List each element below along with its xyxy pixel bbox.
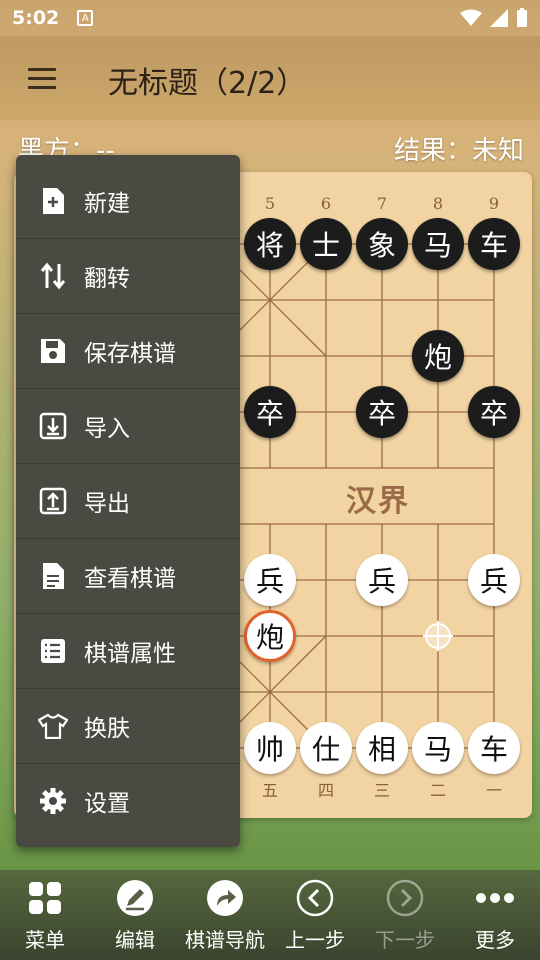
signal-icon: [490, 9, 508, 27]
menu-divider: [16, 313, 240, 314]
nav-label: 上一步: [285, 928, 345, 952]
menu-item-new-file[interactable]: 新建: [16, 163, 240, 238]
menu-item-settings[interactable]: 设置: [16, 763, 240, 838]
save-icon: [38, 336, 68, 366]
notification-icon: A: [77, 10, 94, 26]
nav-label: 更多: [475, 928, 515, 952]
menu-item-label: 查看棋谱: [84, 565, 176, 592]
column-number-bottom: 二: [429, 781, 446, 800]
column-number-top: 6: [320, 194, 332, 213]
piece-black-chariot[interactable]: 车: [468, 218, 520, 270]
status-time: 5:02: [12, 7, 60, 29]
status-bar: 5:02 A: [0, 0, 540, 36]
result-label: 结果：未知: [393, 136, 524, 166]
properties-icon: [38, 636, 68, 666]
column-number-top: 9: [488, 194, 500, 213]
export-icon: [38, 486, 68, 516]
grid-icon: [25, 878, 65, 918]
flip-icon: [38, 261, 68, 291]
wifi-icon: [460, 9, 482, 26]
piece-black-elephant[interactable]: 象: [356, 218, 408, 270]
menu-item-export[interactable]: 导出: [16, 463, 240, 538]
main-menu: 新建翻转保存棋谱导入导出查看棋谱棋谱属性换肤设置: [16, 155, 240, 847]
hamburger-menu-icon[interactable]: [28, 68, 56, 89]
menu-divider: [16, 613, 240, 614]
menu-divider: [16, 688, 240, 689]
nav-edit[interactable]: 编辑: [90, 878, 180, 953]
menu-item-save[interactable]: 保存棋谱: [16, 313, 240, 388]
menu-item-skin[interactable]: 换肤: [16, 688, 240, 763]
piece-black-advisor[interactable]: 士: [300, 218, 352, 270]
menu-divider: [16, 463, 240, 464]
piece-red-chariot[interactable]: 车: [468, 722, 520, 774]
piece-red-elephant[interactable]: 相: [356, 722, 408, 774]
piece-red-soldier-1[interactable]: 兵: [468, 554, 520, 606]
column-number-top: 5: [264, 194, 276, 213]
skin-icon: [38, 711, 68, 741]
new-file-icon: [38, 186, 68, 216]
piece-red-soldier-5[interactable]: 兵: [244, 554, 296, 606]
piece-red-general[interactable]: 帅: [244, 722, 296, 774]
menu-divider: [16, 538, 240, 539]
import-icon: [38, 411, 68, 441]
piece-red-advisor[interactable]: 仕: [300, 722, 352, 774]
battery-icon: [517, 8, 527, 27]
menu-item-label: 保存棋谱: [84, 340, 176, 367]
menu-divider: [16, 763, 240, 764]
column-number-bottom: 三: [373, 781, 390, 800]
nav-share-arrow[interactable]: 棋谱导航: [180, 878, 270, 953]
settings-icon: [38, 786, 68, 816]
menu-divider: [16, 388, 240, 389]
menu-item-label: 换肤: [84, 715, 130, 742]
menu-item-import[interactable]: 导入: [16, 388, 240, 463]
column-number-top: 8: [432, 194, 444, 213]
nav-label: 编辑: [115, 928, 155, 952]
menu-item-view-record[interactable]: 查看棋谱: [16, 538, 240, 613]
prev-icon: [295, 878, 335, 918]
nav-label: 棋谱导航: [185, 928, 265, 952]
view-record-icon: [38, 561, 68, 591]
piece-black-soldier-7[interactable]: 卒: [356, 386, 408, 438]
page-title: 无标题（2/2）: [108, 66, 307, 101]
menu-item-label: 导入: [84, 415, 130, 442]
menu-item-flip[interactable]: 翻转: [16, 238, 240, 313]
more-icon: [475, 878, 515, 918]
menu-item-label: 翻转: [84, 265, 130, 292]
status-icons: [460, 8, 528, 28]
piece-red-soldier-3[interactable]: 兵: [356, 554, 408, 606]
column-number-bottom: 一: [485, 781, 502, 800]
nav-grid[interactable]: 菜单: [0, 878, 90, 953]
nav-prev[interactable]: 上一步: [270, 878, 360, 953]
bottom-nav: 菜单 编辑 棋谱导航 上一步 下一步 更多: [0, 870, 540, 960]
menu-divider: [16, 238, 240, 239]
nav-label: 菜单: [25, 928, 65, 952]
piece-black-soldier-5[interactable]: 卒: [244, 386, 296, 438]
app-bar: 无标题（2/2）: [0, 36, 540, 120]
column-number-bottom: 四: [317, 781, 334, 800]
menu-item-properties[interactable]: 棋谱属性: [16, 613, 240, 688]
piece-black-soldier-9[interactable]: 卒: [468, 386, 520, 438]
piece-black-general[interactable]: 将: [244, 218, 296, 270]
share-arrow-icon: [205, 878, 245, 918]
edit-icon: [115, 878, 155, 918]
piece-black-horse[interactable]: 马: [412, 218, 464, 270]
column-number-top: 7: [376, 194, 388, 213]
next-icon: [385, 878, 425, 918]
piece-red-horse[interactable]: 马: [412, 722, 464, 774]
piece-red-cannon[interactable]: 炮: [244, 610, 296, 662]
piece-black-cannon[interactable]: 炮: [412, 330, 464, 382]
move-target-marker[interactable]: [423, 621, 453, 651]
menu-item-label: 设置: [84, 790, 130, 817]
menu-item-label: 导出: [84, 490, 130, 517]
nav-next: 下一步: [360, 878, 450, 953]
column-number-bottom: 五: [261, 781, 278, 800]
river-text: 汉界: [346, 484, 410, 519]
nav-label: 下一步: [375, 928, 435, 952]
menu-item-label: 新建: [84, 190, 130, 217]
menu-item-label: 棋谱属性: [84, 640, 176, 667]
nav-more[interactable]: 更多: [450, 878, 540, 953]
